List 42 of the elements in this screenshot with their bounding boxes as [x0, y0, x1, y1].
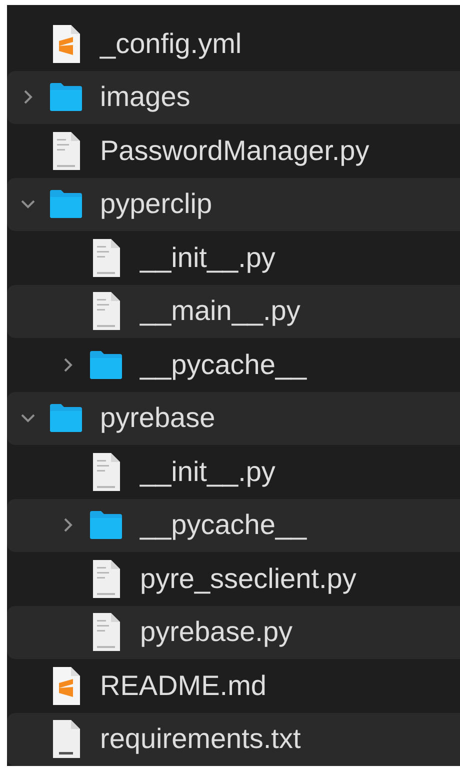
file-name: pyrebase	[100, 401, 216, 436]
document-icon	[50, 130, 82, 171]
document-icon	[90, 612, 122, 652]
file-row[interactable]: README.md	[7, 659, 460, 712]
file-row[interactable]: _config.yml	[7, 17, 460, 70]
file-name: __init__.py	[140, 240, 276, 275]
file-row[interactable]: __pycache__	[7, 338, 460, 392]
document-icon	[90, 558, 122, 599]
sublime-file-icon	[50, 666, 82, 706]
file-name: __pycache__	[140, 348, 307, 382]
document-icon	[90, 238, 122, 278]
file-row[interactable]: __init__.py	[7, 445, 460, 498]
file-name: __init__.py	[140, 454, 276, 489]
file-name: images	[100, 80, 190, 114]
file-name: pyrebase.py	[140, 615, 293, 650]
document-icon	[50, 719, 82, 760]
folder-icon	[48, 402, 84, 434]
folder-icon	[88, 348, 124, 381]
document-icon	[90, 452, 122, 492]
file-name: PasswordManager.py	[100, 134, 370, 168]
file-name: pyperclip	[100, 187, 212, 222]
file-name: pyre_sseclient.py	[140, 562, 356, 596]
file-row[interactable]: __pycache__	[7, 498, 460, 552]
file-name: _config.yml	[100, 26, 242, 61]
file-row[interactable]: PasswordManager.py	[7, 124, 460, 178]
file-row[interactable]: pyre_sseclient.py	[7, 552, 460, 606]
file-row[interactable]: pyrebase.py	[7, 606, 460, 659]
folder-icon	[48, 188, 84, 220]
file-row[interactable]: pyrebase	[7, 392, 460, 445]
sublime-file-icon	[50, 24, 82, 64]
file-name: README.md	[100, 668, 266, 703]
file-name: __pycache__	[140, 508, 307, 542]
file-row[interactable]: __init__.py	[7, 231, 460, 284]
file-row[interactable]: images	[7, 70, 460, 124]
folder-icon	[48, 81, 84, 114]
file-row[interactable]: requirements.txt	[7, 712, 460, 766]
file-row[interactable]: pyperclip	[7, 178, 460, 231]
file-row[interactable]: __main__.py	[7, 284, 460, 338]
document-icon	[90, 291, 122, 332]
file-name: __main__.py	[140, 294, 300, 328]
file-name: requirements.txt	[100, 722, 301, 756]
folder-icon	[88, 509, 124, 542]
